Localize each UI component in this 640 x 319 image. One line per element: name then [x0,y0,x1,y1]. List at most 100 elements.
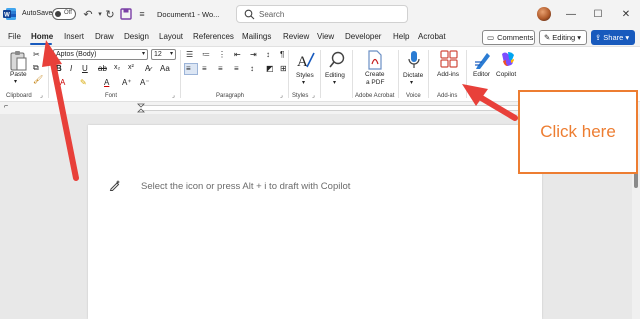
search-placeholder: Search [259,10,285,19]
styles-label: Styles [296,72,314,79]
add-ins-icon[interactable] [440,50,458,68]
tab-acrobat[interactable]: Acrobat [418,32,446,41]
left-indent-marker-icon[interactable] [137,103,145,113]
change-case-icon[interactable]: Aa [160,64,170,73]
create-pdf-label-2: a PDF [366,79,385,86]
font-name-value: Aptos (Body) [56,51,97,58]
tab-insert[interactable]: Insert [64,32,84,41]
group-label-font: Font [105,93,118,99]
tab-file[interactable]: File [8,32,21,41]
ruler-strip[interactable] [140,105,540,111]
chevron-down-icon[interactable]: ▾ [410,79,413,86]
minimize-icon[interactable]: — [562,5,580,23]
tab-developer[interactable]: Developer [345,32,381,41]
chevron-down-icon[interactable]: ▾ [302,79,305,86]
group-divider [466,50,467,98]
italic-icon[interactable]: I [70,64,72,73]
chevron-down-icon[interactable]: ▾ [333,79,336,86]
word-logo-icon[interactable]: W [3,7,17,21]
text-effects-icon[interactable]: A [60,78,65,87]
copy-icon[interactable]: ⧉ [33,63,39,73]
maximize-icon[interactable]: ☐ [589,5,607,23]
tab-references[interactable]: References [193,32,234,41]
comments-button[interactable]: ▭ Comments [482,30,535,45]
strikethrough-icon[interactable]: ab [98,64,107,73]
copilot-draft-icon[interactable] [109,179,121,191]
styles-launcher-icon[interactable]: ⌟ [312,92,315,99]
show-marks-icon[interactable]: ¶ [280,50,284,59]
styles-icon[interactable]: A [294,50,316,70]
line-spacing-icon[interactable]: ↕ [250,64,254,73]
group-label-paragraph: Paragraph [216,93,245,99]
superscript-icon[interactable]: x² [128,64,134,71]
tab-layout[interactable]: Layout [159,32,183,41]
quick-access-more-icon[interactable]: ≡ [135,7,149,21]
autosave-label: AutoSave [22,10,53,17]
cut-icon[interactable]: ✂ [33,50,40,59]
paragraph-launcher-icon[interactable]: ⌟ [280,92,283,99]
sort-icon[interactable]: ↕ [266,50,270,59]
editing-mode-button[interactable]: ✎ Editing ▾ [539,30,587,45]
tab-help[interactable]: Help [393,32,409,41]
decrease-indent-icon[interactable]: ⇤ [234,50,241,59]
grow-font-icon[interactable]: A⁺ [122,78,132,87]
paste-dropdown-icon[interactable]: ▾ [14,78,17,85]
format-painter-icon[interactable]: 🖌 [33,75,43,84]
group-label-styles: Styles [292,93,309,99]
save-icon[interactable] [119,7,133,21]
align-left-icon[interactable]: ≡ [186,64,191,73]
comments-label: Comments [497,33,534,42]
font-name-select[interactable]: Aptos (Body) ▾ [53,49,148,60]
align-center-icon[interactable]: ≡ [202,64,207,73]
create-pdf-label: Create [365,71,385,78]
clear-formatting-icon[interactable]: A̷ [145,64,150,73]
editor-icon[interactable] [474,50,492,70]
shrink-font-icon[interactable]: A⁻ [140,78,150,87]
active-tab-indicator [30,43,52,45]
autosave-toggle[interactable]: Off [52,8,76,20]
shading-icon[interactable]: ◩ [266,64,274,73]
underline-icon[interactable]: U [82,64,88,73]
paste-icon[interactable] [8,50,28,72]
tab-draw[interactable]: Draw [95,32,114,41]
document-page[interactable]: Select the icon or press Alt + i to draf… [88,125,542,319]
search-input[interactable]: Search [236,5,408,23]
font-launcher-icon[interactable]: ⌟ [172,92,175,99]
bullets-icon[interactable]: ☰ [186,50,193,59]
redo-icon[interactable]: ↻ [103,7,117,21]
borders-icon[interactable]: ⊞ [280,64,287,73]
chevron-down-icon: ▾ [577,33,581,42]
tab-design[interactable]: Design [124,32,149,41]
clipboard-launcher-icon[interactable]: ⌟ [40,92,43,99]
tab-mailings[interactable]: Mailings [242,32,271,41]
subscript-icon[interactable]: x₂ [114,64,120,71]
multilevel-list-icon[interactable]: ⋮ [218,50,226,59]
find-icon[interactable] [328,50,346,70]
numbering-icon[interactable]: ≔ [202,50,210,59]
font-color-icon[interactable]: A [104,78,109,87]
close-icon[interactable]: ✕ [617,5,635,23]
avatar[interactable] [537,7,551,21]
copilot-icon[interactable] [499,50,517,68]
create-pdf-icon[interactable] [366,50,384,70]
group-label-clipboard: Clipboard [6,93,32,99]
autosave-state: Off [64,10,72,16]
group-label-add-ins: Add-ins [437,93,458,99]
tab-review[interactable]: Review [283,32,309,41]
group-divider [288,50,289,98]
editing-mode-label: Editing [552,33,576,42]
tab-selector-icon[interactable]: ⌐ [4,103,8,110]
group-label-adobe-acrobat: Adobe Acrobat [355,93,395,99]
share-icon: ⇪ [595,33,602,42]
highlight-icon[interactable]: ✎ [80,78,87,87]
share-button[interactable]: ⇪ Share ▾ [591,30,635,45]
tab-view[interactable]: View [317,32,334,41]
justify-icon[interactable]: ≡ [234,64,239,73]
group-divider [48,50,49,98]
font-size-select[interactable]: 12 ▾ [151,49,176,60]
bold-icon[interactable]: B [56,64,62,73]
align-right-icon[interactable]: ≡ [218,64,223,73]
tab-home[interactable]: Home [31,32,53,41]
microphone-icon[interactable] [407,50,421,70]
increase-indent-icon[interactable]: ⇥ [250,50,257,59]
